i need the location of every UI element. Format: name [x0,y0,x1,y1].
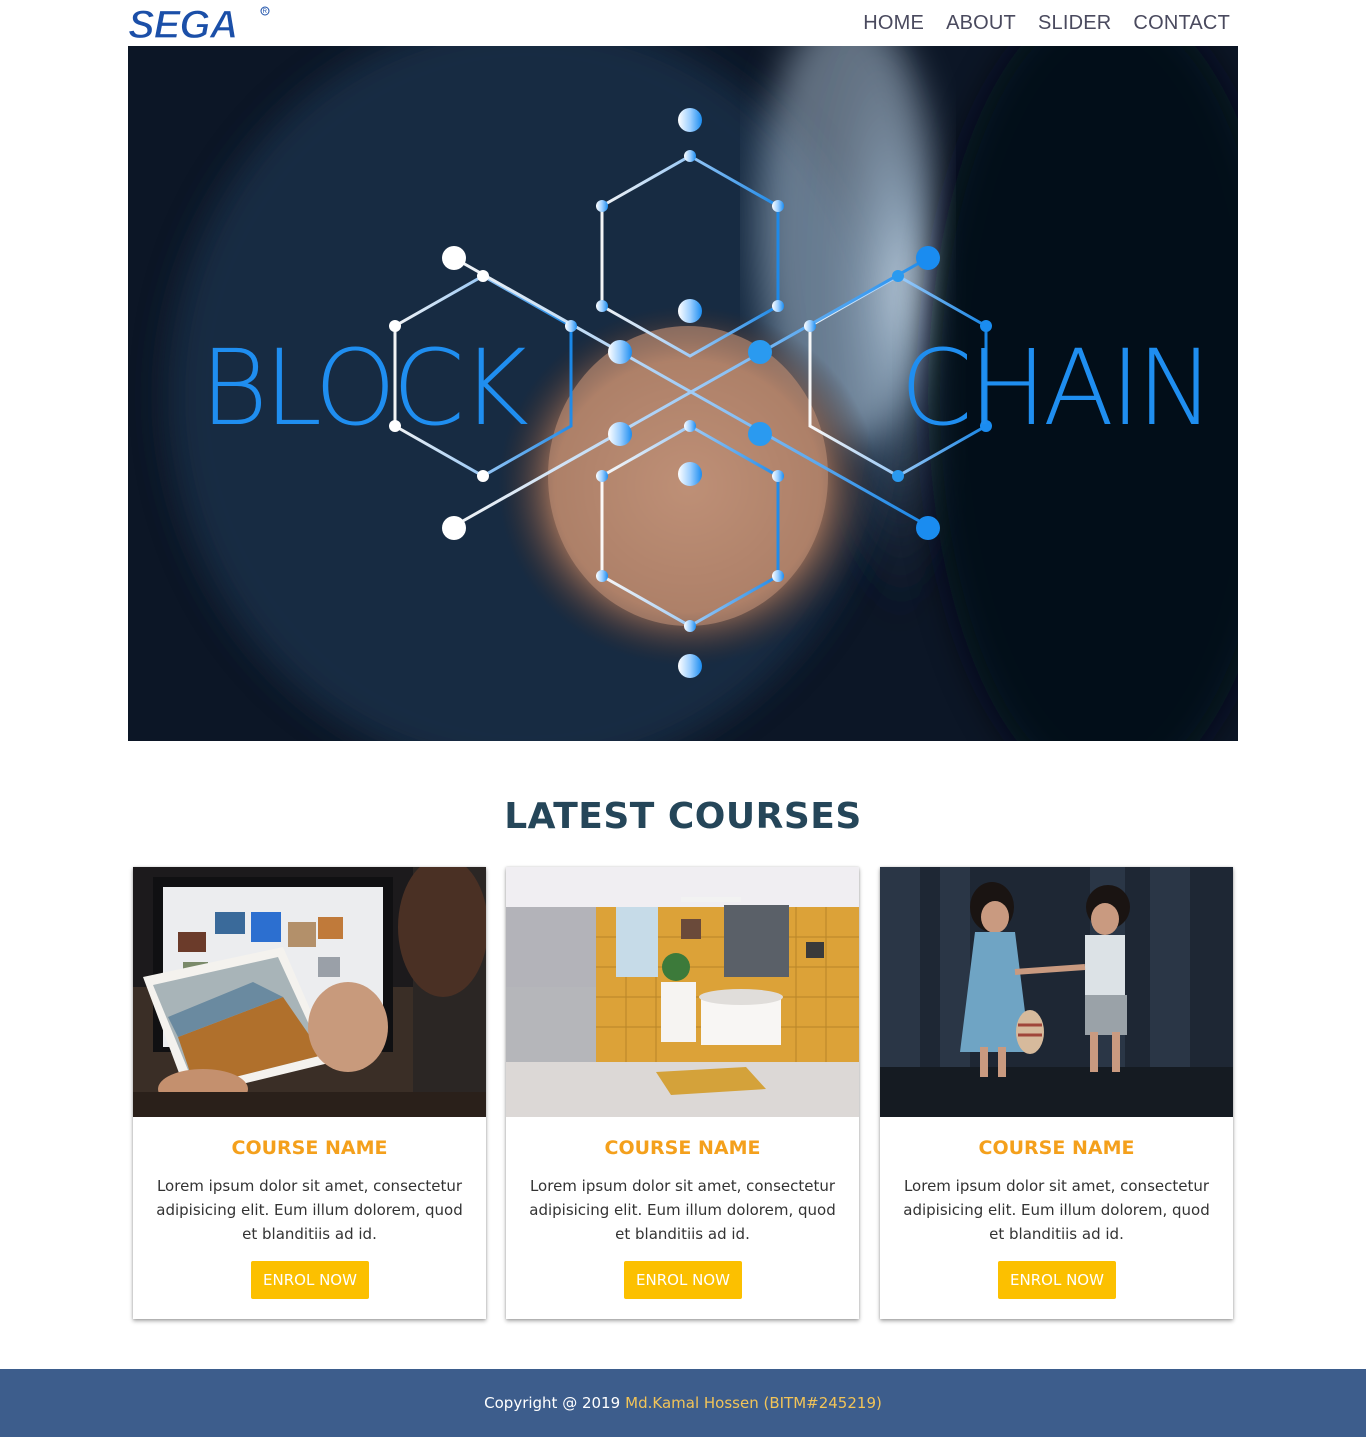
nav-menu: HOME ABOUT SLIDER CONTACT [841,0,1230,46]
course-title: COURSE NAME [231,1137,388,1159]
enrol-now-button[interactable]: ENROL NOW [624,1261,742,1299]
nav-home[interactable]: HOME [863,12,924,35]
course-description: Lorem ipsum dolor sit amet, consectetur … [529,1177,836,1243]
course-title: COURSE NAME [978,1137,1135,1159]
nav-contact[interactable]: CONTACT [1133,12,1230,35]
course-description: Lorem ipsum dolor sit amet, consectetur … [903,1177,1210,1243]
enrol-now-button[interactable]: ENROL NOW [998,1261,1116,1299]
navbar: SEGA R HOME ABOUT SLIDER CONTACT [128,0,1238,46]
nav-slider[interactable]: SLIDER [1038,12,1111,35]
photo-editing-image [133,867,486,1117]
course-description: Lorem ipsum dolor sit amet, consectetur … [156,1177,463,1243]
hero-word-chain: CHAIN [900,327,1214,449]
course-card: COURSE NAME Lorem ipsum dolor sit amet, … [133,867,486,1319]
footer-copyright: Copyright @ 2019 [484,1394,621,1412]
svg-text:R: R [263,9,268,15]
course-card: COURSE NAME Lorem ipsum dolor sit amet, … [506,867,859,1319]
courses-grid: COURSE NAME Lorem ipsum dolor sit amet, … [133,867,1233,1319]
hero-banner: BLOCK CHAIN [128,46,1238,741]
svg-text:SEGA: SEGA [128,5,237,43]
section-title: LATEST COURSES [504,796,862,837]
course-card: COURSE NAME Lorem ipsum dolor sit amet, … [880,867,1233,1319]
hero-word-block: BLOCK [200,327,529,449]
children-image [880,867,1233,1117]
bathroom-image [506,867,859,1117]
enrol-now-button[interactable]: ENROL NOW [251,1261,369,1299]
sega-logo[interactable]: SEGA R [128,5,272,43]
nav-about[interactable]: ABOUT [946,12,1016,35]
footer: Copyright @ 2019 Md.Kamal Hossen (BITM#2… [0,1369,1366,1437]
footer-author[interactable]: Md.Kamal Hossen (BITM#245219) [625,1394,882,1412]
course-title: COURSE NAME [604,1137,761,1159]
